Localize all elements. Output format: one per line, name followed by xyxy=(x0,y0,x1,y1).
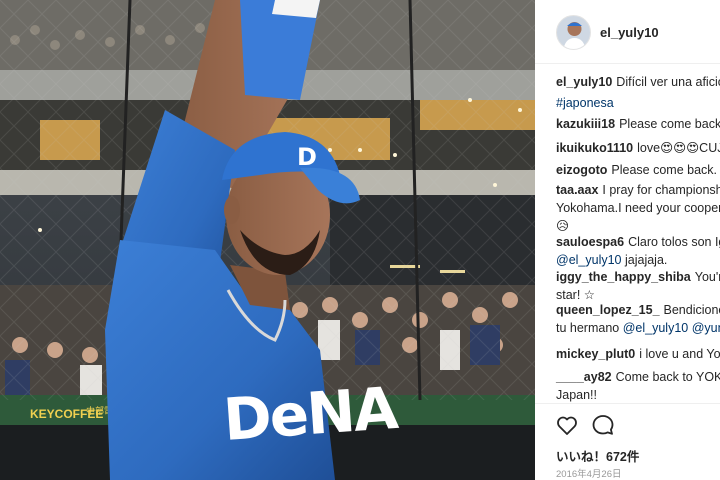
comment-text: love😍😍😍CUJP xyxy=(637,141,720,155)
mention-link[interactable]: @el_yuly10 xyxy=(556,253,622,267)
comment-text: star! ☆ xyxy=(556,288,595,302)
post-date: 2016年4月26日 xyxy=(556,469,622,480)
comment-item: queen_lopez_15_Bendicionestu hermano @el… xyxy=(556,301,720,337)
comment-line: queen_lopez_15_Bendiciones xyxy=(556,301,720,319)
comment-text: 😥 xyxy=(556,219,570,233)
comment-username[interactable]: eizogoto xyxy=(556,163,607,177)
comments-list: el_yuly10 Difícil ver una afición así !!!… xyxy=(535,73,720,403)
comment-line: ikuikuko1110 love😍😍😍CUJP xyxy=(556,139,720,157)
comment-text-part: jajajaja. xyxy=(621,253,668,267)
comment-text: Come back to YOKO xyxy=(615,370,720,384)
comment-line: ____ay82Come back to YOKO xyxy=(556,368,720,386)
comment-text: I pray for championship xyxy=(602,183,720,197)
comment-line: @el_yuly10 jajajaja. xyxy=(556,251,720,269)
comment-icon[interactable] xyxy=(591,413,615,437)
heart-icon[interactable] xyxy=(555,413,579,437)
comment-text-part: tu hermano xyxy=(556,321,623,335)
comment-line: mickey_plut0 i love u and Yok xyxy=(556,345,720,363)
comment-text: You're xyxy=(694,270,720,284)
comment-line: eizogoto Please come back. xyxy=(556,161,720,179)
comment-text: Please come back. xyxy=(611,163,717,177)
comment-text: Claro tolos son Ig xyxy=(628,235,720,249)
avatar[interactable] xyxy=(556,15,591,50)
comment-line: el_yuly10 Difícil ver una afición así !!! xyxy=(556,73,720,91)
comment-text: Japan!! xyxy=(556,388,598,402)
comment-item: #japonesa xyxy=(556,94,720,112)
comment-item: eizogoto Please come back. xyxy=(556,161,720,179)
comment-item: ikuikuko1110 love😍😍😍CUJP xyxy=(556,139,720,157)
comment-text: Please come back de xyxy=(619,117,720,131)
comment-item: mickey_plut0 i love u and Yok xyxy=(556,345,720,363)
comment-username[interactable]: sauloespa6 xyxy=(556,235,624,249)
comment-username[interactable]: mickey_plut0 xyxy=(556,347,635,361)
baseball-player-photo: KEYCOFFEE 中部電力 D DeNA xyxy=(0,0,535,480)
comment-text: Yokohama.I need your cooper xyxy=(556,201,720,215)
comment-item: kazukiii18 Please come back de xyxy=(556,115,720,133)
jersey-lettering: DeNA xyxy=(221,374,400,454)
header-username[interactable]: el_yuly10 xyxy=(600,25,659,40)
post-header: el_yuly10 xyxy=(535,0,720,64)
post-actions: いいね！672件 2016年4月26日 xyxy=(535,403,720,480)
comment-line: kazukiii18 Please come back de xyxy=(556,115,720,133)
comment-username[interactable]: taa.aax xyxy=(556,183,598,197)
comment-line: taa.aax I pray for championship xyxy=(556,181,720,199)
comment-line: Japan!! xyxy=(556,386,720,403)
cap-logo: D xyxy=(297,143,317,171)
comment-username[interactable]: el_yuly10 xyxy=(556,75,612,89)
comment-text: i love u and Yok xyxy=(639,347,720,361)
mention-link[interactable]: @el_yuly10 xyxy=(623,321,689,335)
comment-text[interactable]: #japonesa xyxy=(556,96,614,110)
comment-line: Yokohama.I need your cooper xyxy=(556,199,720,217)
comment-line: tu hermano @el_yuly10 @yun xyxy=(556,319,720,337)
comment-item: ____ay82Come back to YOKO Japan!! xyxy=(556,368,720,403)
comment-username[interactable]: queen_lopez_15_ xyxy=(556,303,660,317)
comment-item: taa.aax I pray for championship Yokohama.I… xyxy=(556,181,720,235)
comment-username[interactable]: kazukiii18 xyxy=(556,117,615,131)
post-photo[interactable]: KEYCOFFEE 中部電力 D DeNA xyxy=(0,0,535,480)
comment-username[interactable]: iggy_the_happy_shiba xyxy=(556,270,691,284)
mention-link[interactable]: @yun xyxy=(692,321,720,335)
comment-text: Difícil ver una afición así !!! xyxy=(616,75,720,89)
comment-text: tu hermano @el_yuly10 @yun xyxy=(556,321,720,335)
avatar-image xyxy=(557,16,590,49)
comment-username[interactable]: ikuikuko1110 xyxy=(556,141,633,155)
comment-item: iggy_the_happy_shibaYou're star! ☆ xyxy=(556,268,720,304)
comment-line: #japonesa xyxy=(556,94,720,112)
comment-item: el_yuly10 Difícil ver una afición así !!! xyxy=(556,73,720,91)
comment-text: @el_yuly10 jajajaja. xyxy=(556,253,667,267)
comment-username[interactable]: ____ay82 xyxy=(556,370,612,384)
likes-count[interactable]: いいね！672件 xyxy=(556,446,639,465)
comment-item: sauloespa6 Claro tolos son Ig @el_yuly10 j… xyxy=(556,233,720,269)
comment-line: sauloespa6 Claro tolos son Ig xyxy=(556,233,720,251)
post-sidebar: el_yuly10 el_yuly10 Difícil ver una afici… xyxy=(535,0,720,480)
comment-text: Bendiciones xyxy=(663,303,720,317)
comment-line: iggy_the_happy_shibaYou're xyxy=(556,268,720,286)
